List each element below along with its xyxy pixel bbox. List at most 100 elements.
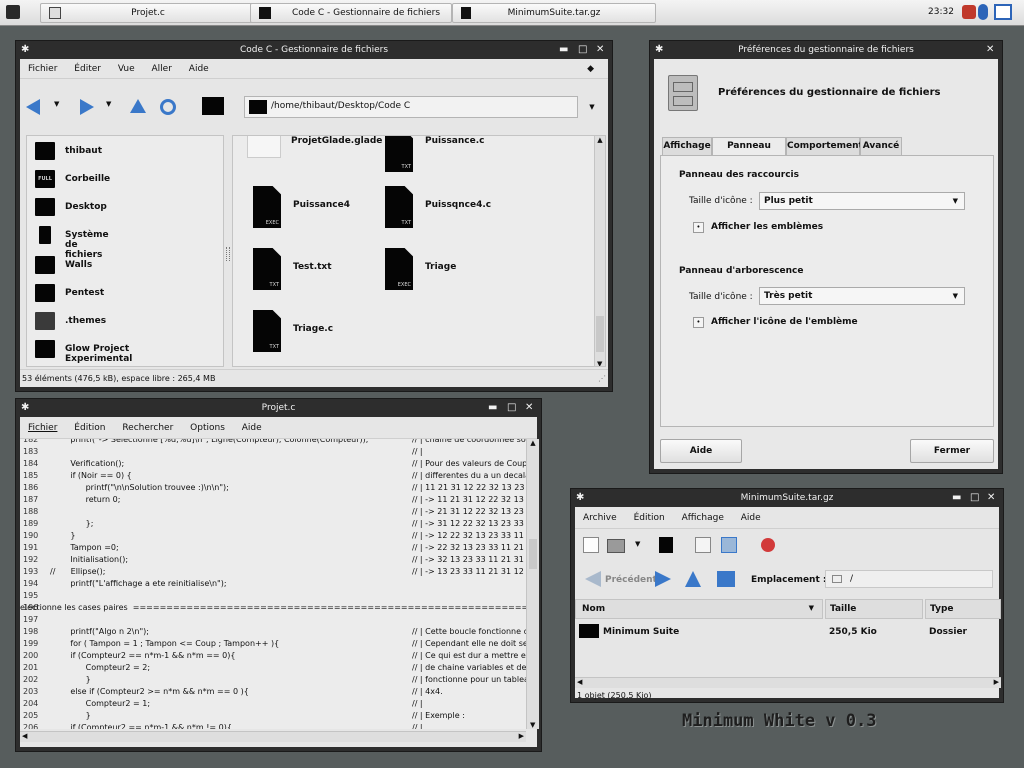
icon-size-select[interactable]: Très petit ▼ bbox=[759, 287, 965, 305]
new-archive-icon[interactable] bbox=[583, 537, 599, 553]
up-arrow-icon[interactable] bbox=[685, 571, 701, 587]
tab-avance[interactable]: Avancé bbox=[860, 137, 902, 155]
file-item[interactable]: EXEC Triage bbox=[385, 248, 535, 306]
scroll-thumb[interactable] bbox=[529, 539, 537, 569]
menu-fichier[interactable]: Fichier bbox=[28, 423, 57, 433]
vertical-scrollbar[interactable]: ▲ ▼ bbox=[594, 136, 605, 366]
forward-arrow-icon[interactable] bbox=[80, 99, 94, 115]
table-row[interactable]: Minimum Suite 250,5 Kio Dossier bbox=[575, 621, 1001, 643]
column-header-size[interactable]: Taille bbox=[825, 599, 923, 619]
close-button[interactable]: ✕ bbox=[986, 41, 994, 59]
icon-size-select[interactable]: Plus petit ▼ bbox=[759, 192, 965, 210]
scroll-right-icon[interactable]: ▶ bbox=[519, 732, 524, 740]
add-files-icon[interactable] bbox=[695, 537, 711, 553]
location-field[interactable]: / bbox=[825, 570, 993, 588]
column-header-name[interactable]: Nom ▼ bbox=[575, 599, 823, 619]
window-menu-icon[interactable]: ✱ bbox=[576, 489, 584, 507]
path-dropdown-button[interactable]: ▼ bbox=[580, 96, 604, 118]
file-item[interactable]: EXEC Puissance4 bbox=[253, 186, 403, 244]
maximize-button[interactable]: □ bbox=[507, 399, 516, 417]
show-emblem-icon-checkbox[interactable]: • bbox=[693, 317, 704, 328]
window-body: Préférences du gestionnaire de fichiers … bbox=[654, 59, 998, 469]
minimize-button[interactable]: ▬ bbox=[559, 41, 568, 59]
menu-aide[interactable]: Aide bbox=[189, 64, 209, 74]
stop-icon[interactable] bbox=[761, 538, 775, 552]
horizontal-scrollbar[interactable]: ◀ ▶ bbox=[575, 677, 1001, 688]
menu-aide[interactable]: Aide bbox=[242, 423, 262, 433]
back-arrow-icon[interactable] bbox=[585, 571, 601, 587]
display-icon[interactable] bbox=[994, 4, 1012, 20]
scroll-up-icon[interactable]: ▲ bbox=[527, 439, 539, 447]
tab-affichage[interactable]: Affichage bbox=[662, 137, 712, 155]
back-arrow-icon[interactable] bbox=[26, 99, 40, 115]
taskbar-item-file-manager[interactable]: Code C - Gestionnaire de fichiers bbox=[250, 3, 452, 23]
code-comment: // | -> 11 21 31 12 22 32 13 bbox=[412, 495, 524, 504]
vertical-scrollbar[interactable]: ▲ ▼ bbox=[526, 439, 539, 729]
column-header-type[interactable]: Type bbox=[925, 599, 1001, 619]
tab-comportement[interactable]: Comportement bbox=[786, 137, 863, 155]
close-button[interactable]: ✕ bbox=[596, 41, 604, 59]
back-label[interactable]: Précédent bbox=[605, 575, 657, 585]
forward-arrow-icon[interactable] bbox=[655, 571, 671, 587]
location-label: Emplacement : bbox=[751, 575, 827, 585]
minimize-button[interactable]: ▬ bbox=[488, 399, 497, 417]
file-item[interactable]: TXT Test.txt bbox=[253, 248, 403, 306]
menu-aller[interactable]: Aller bbox=[152, 64, 172, 74]
scroll-up-icon[interactable]: ▲ bbox=[595, 136, 605, 144]
reload-icon[interactable] bbox=[160, 99, 176, 115]
close-button[interactable]: ✕ bbox=[525, 399, 533, 417]
resize-grip-icon[interactable]: ⋰ bbox=[598, 374, 606, 383]
network-icon[interactable] bbox=[962, 5, 976, 19]
open-archive-icon[interactable] bbox=[607, 539, 625, 553]
scroll-right-icon[interactable]: ▶ bbox=[994, 678, 999, 686]
menu-aide[interactable]: Aide bbox=[741, 513, 761, 523]
close-dialog-button[interactable]: Fermer bbox=[910, 439, 994, 463]
horizontal-scrollbar[interactable]: ◀ ▶ bbox=[20, 731, 526, 742]
tab-panneau-lateral[interactable]: Panneau latéral bbox=[712, 137, 786, 168]
file-item[interactable]: TXT Triage.c bbox=[253, 310, 403, 366]
menu-archive[interactable]: Archive bbox=[583, 513, 617, 523]
file-item[interactable]: TXT Puissqnce4.c bbox=[385, 186, 535, 244]
menu-rechercher[interactable]: Rechercher bbox=[122, 423, 173, 433]
add-folder-icon[interactable] bbox=[721, 537, 737, 553]
file-item[interactable]: TXT Puissance.c bbox=[385, 136, 535, 188]
scroll-down-icon[interactable]: ▼ bbox=[530, 721, 535, 729]
taskbar-item-projet[interactable]: Projet.c bbox=[40, 3, 256, 23]
code-comment: // | Exemple : bbox=[412, 711, 465, 720]
file-item[interactable]: ProjetGlade.glade bbox=[247, 136, 397, 188]
window-menu-icon[interactable]: ✱ bbox=[655, 41, 663, 59]
pane-splitter[interactable] bbox=[226, 247, 230, 261]
minimize-button[interactable]: ▬ bbox=[952, 489, 961, 507]
extract-icon[interactable] bbox=[659, 537, 673, 553]
menu-fichier[interactable]: Fichier bbox=[28, 64, 57, 74]
menu-options[interactable]: Options bbox=[190, 423, 225, 433]
chevron-down-icon: ▼ bbox=[952, 197, 958, 205]
menu-editer[interactable]: Éditer bbox=[74, 64, 101, 74]
menu-edition[interactable]: Édition bbox=[74, 423, 105, 433]
scroll-thumb[interactable] bbox=[596, 316, 604, 352]
open-dropdown-icon[interactable]: ▼ bbox=[635, 540, 640, 548]
scroll-left-icon[interactable]: ◀ bbox=[577, 678, 582, 686]
show-emblems-checkbox[interactable]: • bbox=[693, 222, 704, 233]
close-button[interactable]: ✕ bbox=[987, 489, 995, 507]
maximize-button[interactable]: □ bbox=[578, 41, 587, 59]
maximize-button[interactable]: □ bbox=[970, 489, 979, 507]
home-icon[interactable] bbox=[202, 97, 224, 115]
menu-edition[interactable]: Édition bbox=[634, 513, 665, 523]
window-menu-icon[interactable]: ✱ bbox=[21, 399, 29, 417]
help-button[interactable]: Aide bbox=[660, 439, 742, 463]
taskbar-item-archive[interactable]: MinimumSuite.tar.gz bbox=[452, 3, 656, 23]
scroll-down-icon[interactable]: ▼ bbox=[597, 360, 602, 366]
menu-vue[interactable]: Vue bbox=[118, 64, 135, 74]
up-arrow-icon[interactable] bbox=[130, 99, 146, 113]
menu-affichage[interactable]: Affichage bbox=[682, 513, 724, 523]
window-menu-icon[interactable]: ✱ bbox=[21, 41, 29, 59]
home-icon[interactable] bbox=[717, 571, 735, 587]
forward-dropdown-icon[interactable]: ▼ bbox=[106, 100, 111, 108]
code-view[interactable]: 182 printf("-> Selectionne [%d;%d]\n", L… bbox=[20, 439, 526, 729]
app-menu-icon[interactable] bbox=[6, 5, 20, 19]
back-dropdown-icon[interactable]: ▼ bbox=[54, 100, 59, 108]
path-bar[interactable]: /home/thibaut/Desktop/Code C bbox=[244, 96, 578, 118]
bluetooth-icon[interactable] bbox=[978, 4, 988, 20]
scroll-left-icon[interactable]: ◀ bbox=[22, 732, 27, 740]
